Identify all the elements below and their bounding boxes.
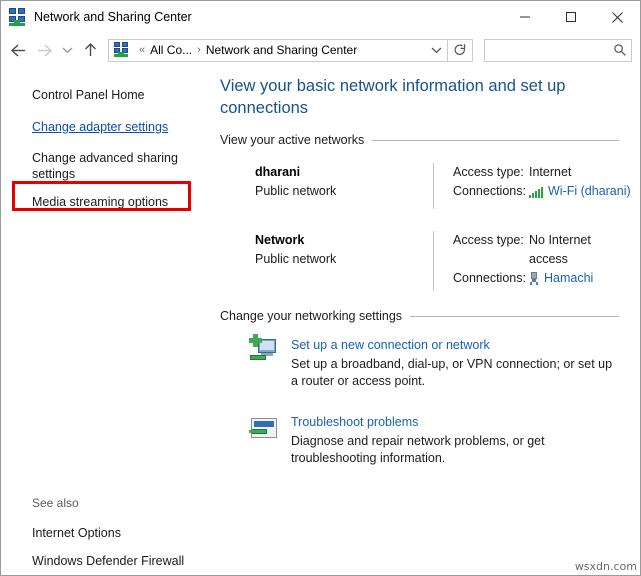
connections-label: Connections: <box>453 182 529 201</box>
title-bar: Network and Sharing Center <box>1 1 640 33</box>
recent-locations-button[interactable] <box>57 37 77 63</box>
access-type-label: Access type: <box>453 231 529 250</box>
task-description: Diagnose and repair network problems, or… <box>291 433 619 467</box>
section-rule <box>372 140 619 141</box>
refresh-button[interactable] <box>448 39 473 62</box>
active-network-row: dharani Public network Access type: Inte… <box>220 163 640 209</box>
minimize-button[interactable] <box>502 1 548 33</box>
network-name: dharani <box>255 163 433 182</box>
watermark: wsxdn.com <box>575 560 637 573</box>
connection-name[interactable]: Hamachi <box>544 269 593 288</box>
back-button[interactable] <box>5 37 31 63</box>
breadcrumb-separator-1[interactable]: › <box>197 44 201 56</box>
sidebar-item-change-advanced-sharing-settings[interactable]: Change advanced sharing settings <box>1 147 214 185</box>
new-connection-icon <box>248 336 280 368</box>
page-title: View your basic network information and … <box>220 75 616 119</box>
connections-field: Connections: Wi-Fi (dharani) <box>453 182 640 201</box>
close-button[interactable] <box>594 1 640 33</box>
see-also-section: See also Internet Options Windows Defend… <box>1 495 214 572</box>
task-title-troubleshoot-problems[interactable]: Troubleshoot problems <box>291 413 619 431</box>
search-icon[interactable] <box>609 40 631 61</box>
sidebar-item-control-panel-home[interactable]: Control Panel Home <box>1 84 214 106</box>
access-type-field: Access type: No Internet access <box>453 231 640 269</box>
breadcrumb-item-network-sharing-center[interactable]: Network and Sharing Center <box>206 43 357 57</box>
task-body: Troubleshoot problems Diagnose and repai… <box>291 413 619 467</box>
section-rule <box>410 316 619 317</box>
wifi-signal-icon <box>529 186 544 198</box>
access-type-value: No Internet access <box>529 231 607 269</box>
connections-label: Connections: <box>453 269 529 288</box>
task-body: Set up a new connection or network Set u… <box>291 336 619 390</box>
connection-entry[interactable]: Wi-Fi (dharani) <box>529 182 631 201</box>
main-pane: View your basic network information and … <box>214 67 640 575</box>
network-sharing-center-icon <box>9 8 27 26</box>
maximize-button[interactable] <box>548 1 594 33</box>
connection-entry[interactable]: Hamachi <box>529 269 593 288</box>
search-input[interactable] <box>485 42 609 58</box>
access-type-label: Access type: <box>453 163 529 182</box>
sidebar-item-change-adapter-settings[interactable]: Change adapter settings <box>1 116 214 138</box>
access-type-value: Internet <box>529 163 571 182</box>
task-title-set-up-new-connection[interactable]: Set up a new connection or network <box>291 336 619 354</box>
network-profile-type: Public network <box>255 182 433 201</box>
breadcrumb-separator-root: « <box>139 44 145 56</box>
connections-field: Connections: Hamachi <box>453 269 640 288</box>
network-sharing-center-window: Network and Sharing Center <box>0 0 641 576</box>
window-title: Network and Sharing Center <box>34 10 192 24</box>
network-identity: dharani Public network <box>220 163 433 209</box>
active-network-row: Network Public network Access type: No I… <box>220 231 640 291</box>
ethernet-adapter-icon <box>529 272 540 285</box>
section-title-networking-settings: Change your networking settings <box>220 309 402 323</box>
task-item[interactable]: Troubleshoot problems Diagnose and repai… <box>220 413 619 467</box>
network-details: Access type: No Internet access Connecti… <box>453 231 640 291</box>
network-identity: Network Public network <box>220 231 433 291</box>
breadcrumb-item-all-control-panel[interactable]: All Co... <box>150 43 192 57</box>
section-header-networking-settings: Change your networking settings <box>220 309 619 323</box>
network-profile-type: Public network <box>255 250 433 269</box>
network-details: Access type: Internet Connections: <box>453 163 640 209</box>
network-row-divider <box>433 231 434 291</box>
content-area: Control Panel Home Change adapter settin… <box>1 67 640 575</box>
troubleshoot-icon <box>248 413 280 445</box>
see-also-item-internet-options[interactable]: Internet Options <box>1 522 214 544</box>
address-bar[interactable]: « All Co... › Network and Sharing Center <box>108 39 448 62</box>
task-item[interactable]: Set up a new connection or network Set u… <box>220 336 619 390</box>
search-box[interactable] <box>484 39 632 62</box>
network-row-divider <box>433 163 434 209</box>
sidebar: Control Panel Home Change adapter settin… <box>1 67 214 575</box>
chevron-down-icon[interactable] <box>425 40 447 61</box>
forward-button[interactable] <box>31 37 57 63</box>
network-name: Network <box>255 231 433 250</box>
address-bar-network-icon <box>114 42 130 58</box>
window-controls <box>502 1 640 33</box>
see-also-label: See also <box>1 495 214 511</box>
red-highlight-box <box>12 181 191 211</box>
section-title-active-networks: View your active networks <box>220 133 364 147</box>
up-button[interactable] <box>77 37 103 63</box>
section-header-active-networks: View your active networks <box>220 133 619 147</box>
see-also-item-windows-defender-firewall[interactable]: Windows Defender Firewall <box>1 550 214 572</box>
access-type-field: Access type: Internet <box>453 163 640 182</box>
connection-name[interactable]: Wi-Fi (dharani) <box>548 182 631 201</box>
task-description: Set up a broadband, dial-up, or VPN conn… <box>291 356 619 390</box>
navigation-bar: « All Co... › Network and Sharing Center <box>1 33 640 67</box>
